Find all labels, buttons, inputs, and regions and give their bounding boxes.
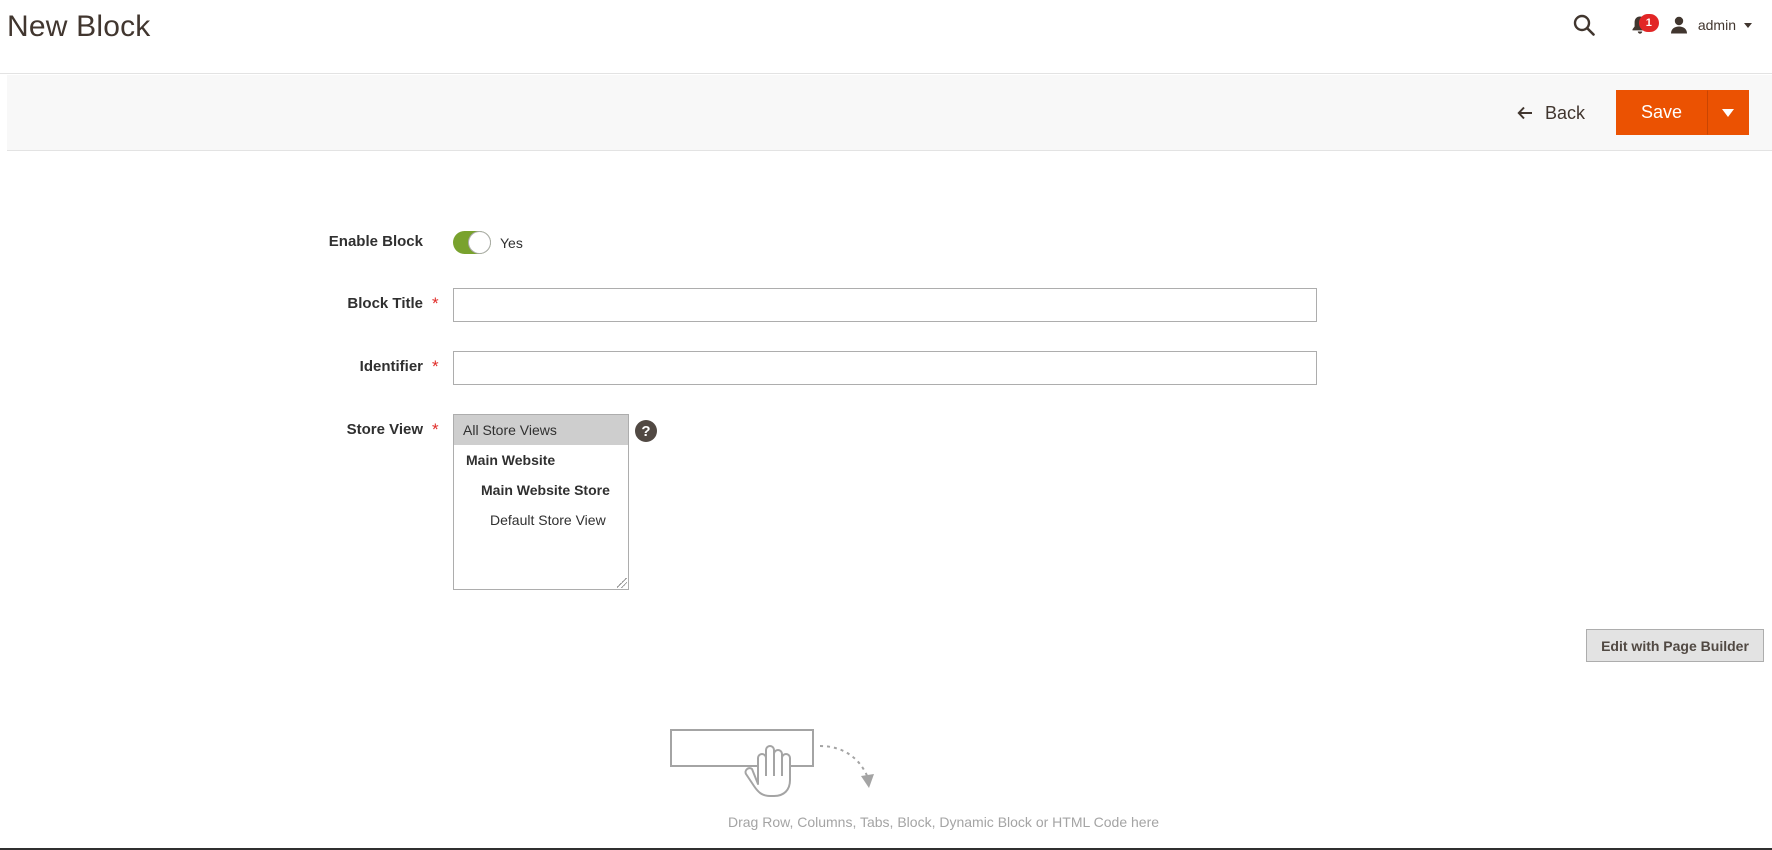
enable-block-value: Yes [500,235,523,251]
help-icon[interactable]: ? [635,420,657,442]
chevron-down-icon [1744,22,1752,28]
store-view-group-store: Main Website Store [481,482,610,498]
caret-down-icon [1722,108,1734,117]
identifier-label: Identifier [359,358,423,375]
store-view-option-all[interactable]: All Store Views [454,415,628,445]
page-title: New Block [7,10,151,43]
user-menu[interactable]: admin [1670,8,1752,42]
toggle-knob [469,232,490,253]
drag-drop-illustration-icon [670,729,874,797]
back-label: Back [1545,102,1586,123]
resize-handle[interactable] [617,578,627,588]
header-actions: 1 admin [1566,8,1752,42]
enable-block-label: Enable Block [328,233,423,250]
required-marker: * [432,294,439,313]
enable-block-toggle[interactable] [453,231,491,254]
store-view-group-website: Main Website [466,452,556,468]
save-options-toggle[interactable] [1707,90,1749,135]
store-view-label: Store View [346,421,423,438]
edit-with-page-builder-button[interactable]: Edit with Page Builder [1586,629,1764,662]
search-icon [1573,14,1595,36]
required-marker: * [432,357,439,376]
page-header: New Block 1 admin [0,0,1772,74]
store-view-option-default[interactable]: Default Store View [454,505,628,535]
save-button[interactable]: Save [1616,90,1707,135]
user-name: admin [1697,17,1736,33]
save-split-button: Save [1616,90,1749,135]
arrow-left-icon [1517,106,1532,120]
block-title-label: Block Title [347,295,423,312]
notification-count-badge: 1 [1638,14,1659,32]
block-title-input[interactable] [453,288,1317,322]
required-marker: * [432,420,439,439]
store-view-multiselect[interactable]: All Store Views Main Website Main Websit… [453,414,629,590]
drop-zone-hint-text: Drag Row, Columns, Tabs, Block, Dynamic … [727,814,1160,830]
back-button[interactable]: Back [1517,91,1585,135]
notifications-button[interactable]: 1 [1622,8,1659,42]
search-button[interactable] [1566,8,1602,42]
page-actions-bar: Back Save [7,75,1772,151]
identifier-input[interactable] [453,351,1317,385]
drop-zone-hint: Drag Row, Columns, Tabs, Block, Dynamic … [0,814,1772,830]
user-icon [1670,16,1687,34]
